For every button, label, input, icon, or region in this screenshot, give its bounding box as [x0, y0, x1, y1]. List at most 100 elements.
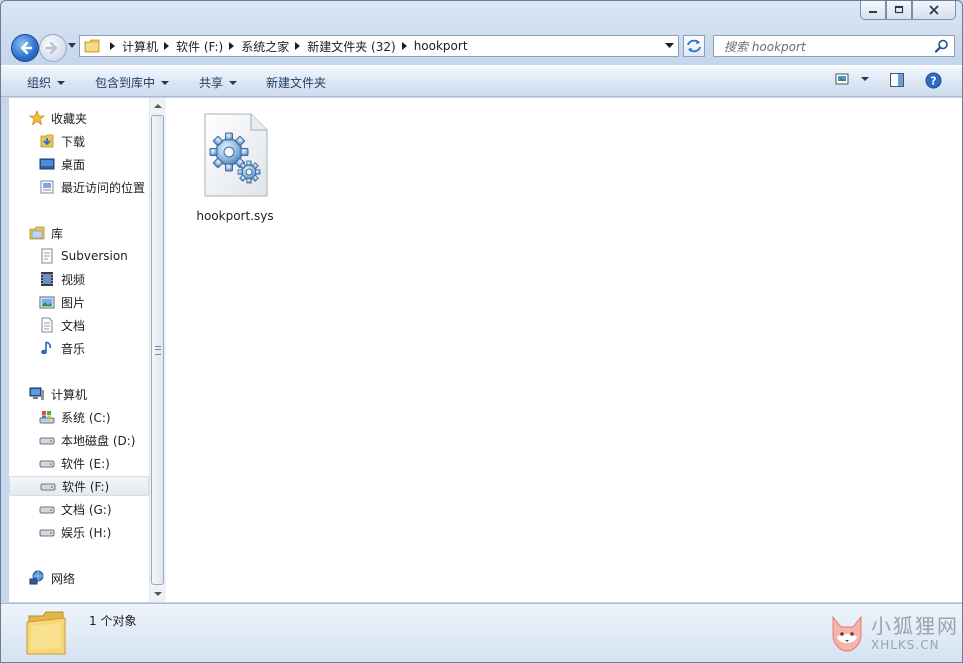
search-input[interactable]: [722, 37, 926, 57]
breadcrumb-subfolder[interactable]: 新建文件夹 (32): [307, 38, 395, 55]
share-label: 共享: [199, 76, 224, 90]
command-bar: 组织 包含到库中 共享 新建文件夹 ?: [1, 65, 962, 97]
nav-item-label: 文档 (G:): [61, 502, 112, 517]
minimize-button[interactable]: [860, 1, 886, 20]
grip-icon: [155, 346, 161, 355]
nav-item-subversion[interactable]: Subversion: [39, 246, 128, 266]
fox-logo-icon: [832, 615, 862, 652]
chevron-down-icon: [229, 81, 238, 85]
arrow-right-icon: [45, 41, 58, 55]
refresh-icon: [687, 39, 701, 53]
navigation-bar: 计算机 软件 (F:) 系统之家 新建文件夹 (32) hookport: [1, 31, 962, 63]
navigation-pane: 收藏夹 下载 桌面 最近访问的位置 库 Subversion 视频 图片 文档 …: [9, 98, 149, 602]
new-folder-button[interactable]: 新建文件夹: [266, 74, 326, 91]
watermark: 小狐狸网 XHLKS.CN: [827, 613, 959, 653]
watermark-en: XHLKS.CN: [871, 637, 940, 652]
folder-icon: [26, 611, 66, 655]
nav-item-label: Subversion: [61, 249, 128, 263]
close-button[interactable]: [912, 1, 956, 20]
chevron-right-icon[interactable]: [229, 42, 235, 50]
forward-button[interactable]: [39, 34, 67, 62]
item-count: 1 个对象: [89, 614, 137, 628]
nav-drive-g[interactable]: 文档 (G:): [39, 499, 112, 519]
nav-favorites[interactable]: 收藏夹: [29, 108, 87, 128]
scrollbar-thumb[interactable]: [151, 115, 164, 585]
nav-computer-label: 计算机: [51, 387, 88, 402]
nav-item-label: 最近访问的位置: [61, 180, 146, 195]
breadcrumb-current[interactable]: hookport: [414, 39, 468, 53]
change-view-button[interactable]: [835, 72, 869, 86]
back-button[interactable]: [11, 34, 39, 62]
search-icon[interactable]: [935, 39, 949, 53]
breadcrumb-folder[interactable]: 系统之家: [241, 38, 289, 55]
address-bar[interactable]: 计算机 软件 (F:) 系统之家 新建文件夹 (32) hookport: [79, 35, 679, 57]
breadcrumb: 计算机 软件 (F:) 系统之家 新建文件夹 (32) hookport: [104, 38, 468, 55]
nav-item-label: 软件 (F:): [62, 479, 110, 494]
nav-item-label: 音乐: [61, 341, 86, 356]
nav-computer[interactable]: 计算机: [29, 384, 87, 404]
chevron-right-icon[interactable]: [295, 42, 301, 50]
nav-item-videos[interactable]: 视频: [39, 269, 85, 289]
include-in-library-menu[interactable]: 包含到库中: [95, 74, 170, 91]
navigation-scrollbar[interactable]: [149, 98, 166, 602]
breadcrumb-drive[interactable]: 软件 (F:): [176, 38, 223, 55]
chevron-right-icon[interactable]: [401, 42, 407, 50]
nav-item-pictures[interactable]: 图片: [39, 292, 85, 312]
chevron-down-icon: [57, 81, 66, 85]
caption-buttons: [860, 1, 956, 20]
nav-favorites-label: 收藏夹: [51, 111, 88, 126]
nav-item-label: 图片: [61, 295, 86, 310]
nav-drive-f[interactable]: 软件 (F:): [9, 476, 149, 496]
address-dropdown-icon[interactable]: [665, 43, 674, 49]
nav-item-downloads[interactable]: 下载: [39, 131, 85, 151]
share-menu[interactable]: 共享: [199, 74, 238, 91]
nav-drive-h[interactable]: 娱乐 (H:): [39, 522, 111, 542]
system-file-gear-icon: [204, 113, 268, 197]
nav-libraries[interactable]: 库: [29, 223, 63, 243]
chevron-right-icon[interactable]: [164, 42, 170, 50]
nav-item-label: 视频: [61, 272, 86, 287]
scroll-down-icon[interactable]: [154, 592, 162, 596]
library-icon: [29, 226, 45, 240]
chevron-right-icon[interactable]: [110, 42, 115, 50]
help-button[interactable]: ?: [925, 72, 942, 89]
refresh-button[interactable]: [683, 35, 705, 57]
downloads-folder-icon: [40, 134, 54, 148]
nav-item-label: 桌面: [61, 157, 86, 172]
system-drive-icon: [39, 411, 55, 424]
nav-item-label: 下载: [61, 134, 86, 149]
video-icon: [41, 272, 53, 286]
hard-drive-icon: [40, 483, 56, 491]
close-icon: [929, 5, 939, 15]
svg-text:?: ?: [930, 75, 936, 88]
nav-item-label: 娱乐 (H:): [61, 525, 112, 540]
recent-places-icon: [40, 180, 54, 194]
nav-drive-d[interactable]: 本地磁盘 (D:): [39, 430, 135, 450]
breadcrumb-computer[interactable]: 计算机: [122, 38, 158, 55]
view-icon: [835, 73, 849, 85]
hard-drive-icon: [39, 460, 55, 468]
network-icon: [29, 570, 44, 585]
document-icon: [41, 317, 53, 333]
preview-pane-button[interactable]: [889, 72, 905, 88]
nav-item-recent[interactable]: 最近访问的位置: [39, 177, 145, 197]
preview-pane-icon: [890, 73, 904, 87]
nav-item-documents[interactable]: 文档: [39, 315, 85, 335]
maximize-button[interactable]: [886, 1, 912, 20]
nav-drive-e[interactable]: 软件 (E:): [39, 453, 110, 473]
file-item[interactable]: hookport.sys: [194, 110, 276, 223]
search-box[interactable]: [713, 35, 955, 57]
arrow-left-icon: [20, 41, 33, 55]
nav-item-label: 本地磁盘 (D:): [61, 433, 136, 448]
hard-drive-icon: [39, 506, 55, 514]
maximize-icon: [894, 5, 904, 14]
nav-network[interactable]: 网络: [29, 568, 75, 588]
nav-drive-c[interactable]: 系统 (C:): [39, 407, 111, 427]
nav-item-desktop[interactable]: 桌面: [39, 154, 85, 174]
nav-item-music[interactable]: 音乐: [39, 338, 85, 358]
explorer-window: 计算机 软件 (F:) 系统之家 新建文件夹 (32) hookport 搜索 …: [0, 0, 963, 663]
organize-menu[interactable]: 组织: [27, 74, 66, 91]
nav-libraries-label: 库: [51, 226, 64, 241]
scroll-up-icon[interactable]: [154, 104, 162, 108]
recent-pages-dropdown[interactable]: [67, 42, 77, 50]
